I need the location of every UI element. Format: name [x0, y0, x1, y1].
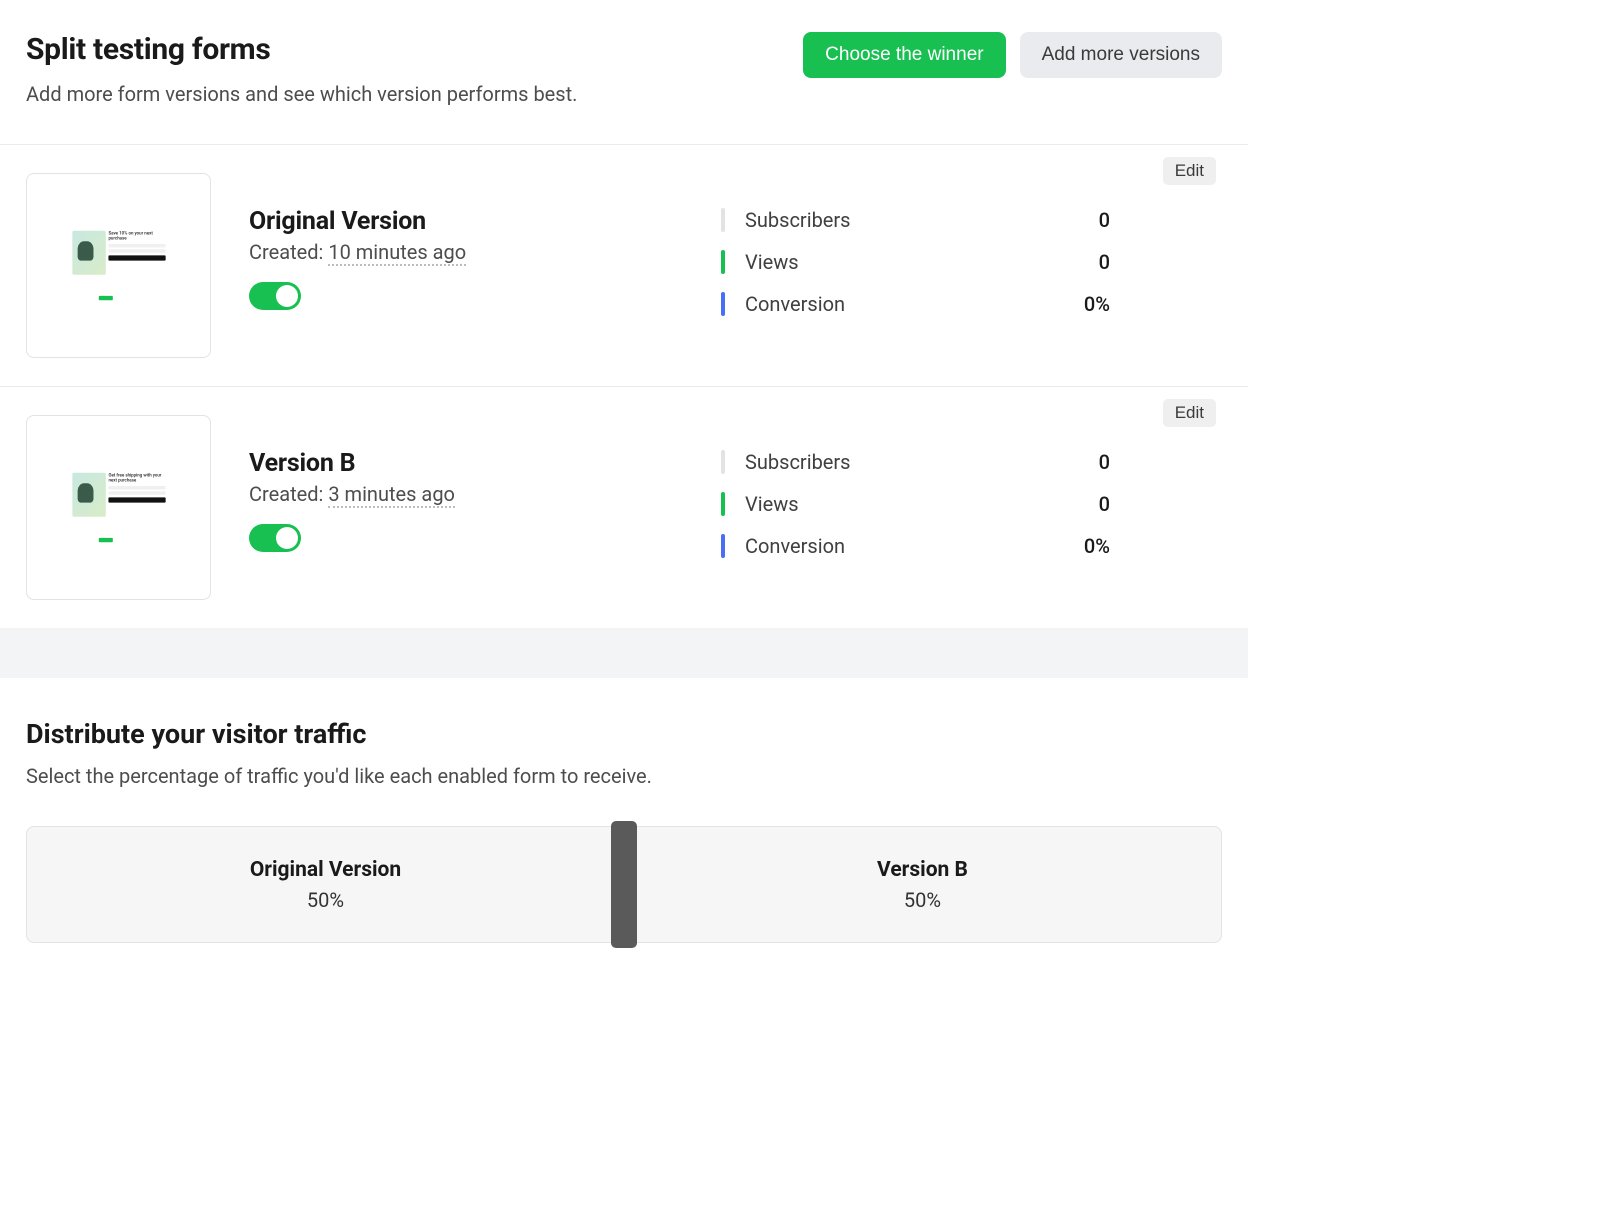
stat-value-conversion: 0%: [1084, 534, 1222, 558]
version-name: Version B: [249, 449, 691, 478]
page-title: Split testing forms: [26, 32, 803, 68]
stat-value-subscribers: 0: [1099, 450, 1222, 474]
traffic-segment: Original Version 50%: [27, 827, 624, 942]
thumbnail-image-icon: [72, 231, 105, 275]
traffic-handle[interactable]: [611, 821, 637, 948]
stat-value-views: 0: [1099, 492, 1222, 516]
stat-label-subscribers: Subscribers: [745, 450, 851, 474]
version-toggle[interactable]: [249, 282, 301, 310]
stat-label-views: Views: [745, 250, 799, 274]
distribute-title: Distribute your visitor traffic: [26, 718, 1222, 750]
thumbnail-badge-icon: [98, 538, 112, 542]
traffic-slider[interactable]: Original Version 50% Version B 50%: [26, 826, 1222, 943]
stat-bar-icon: [721, 250, 725, 274]
created-ago: 3 minutes ago: [328, 482, 455, 508]
stat-label-views: Views: [745, 492, 799, 516]
traffic-segment: Version B 50%: [624, 827, 1221, 942]
version-created: Created: 3 minutes ago: [249, 482, 691, 506]
version-name: Original Version: [249, 207, 691, 236]
stat-bar-icon: [721, 450, 725, 474]
segment-percent: 50%: [904, 888, 941, 912]
segment-name: Version B: [877, 858, 968, 882]
stat-value-subscribers: 0: [1099, 208, 1222, 232]
segment-name: Original Version: [250, 858, 401, 882]
stat-bar-icon: [721, 534, 725, 558]
add-more-versions-button[interactable]: Add more versions: [1020, 32, 1222, 78]
thumbnail-headline: Save 10% on your next purchase: [108, 231, 165, 242]
form-thumbnail[interactable]: Save 10% on your next purchase: [26, 173, 211, 358]
edit-button[interactable]: Edit: [1163, 399, 1216, 427]
choose-winner-button[interactable]: Choose the winner: [803, 32, 1005, 78]
page-subtitle: Add more form versions and see which ver…: [26, 82, 803, 106]
stat-bar-icon: [721, 492, 725, 516]
distribute-subtitle: Select the percentage of traffic you'd l…: [26, 764, 1222, 788]
stat-value-views: 0: [1099, 250, 1222, 274]
created-ago: 10 minutes ago: [328, 240, 466, 266]
version-row: Edit Save 10% on your next purchase: [0, 145, 1248, 387]
form-thumbnail[interactable]: Get free shipping with your next purchas…: [26, 415, 211, 600]
stat-label-subscribers: Subscribers: [745, 208, 851, 232]
version-created: Created: 10 minutes ago: [249, 240, 691, 264]
thumbnail-badge-icon: [98, 296, 112, 300]
version-stats: Subscribers 0 Views 0 Conversion 0%: [691, 173, 1222, 325]
stat-label-conversion: Conversion: [745, 534, 845, 558]
segment-percent: 50%: [307, 888, 344, 912]
version-row: Edit Get free shipping with your next pu…: [0, 387, 1248, 628]
stat-label-conversion: Conversion: [745, 292, 845, 316]
edit-button[interactable]: Edit: [1163, 157, 1216, 185]
thumbnail-headline: Get free shipping with your next purchas…: [108, 473, 165, 484]
version-stats: Subscribers 0 Views 0 Conversion 0%: [691, 415, 1222, 567]
stat-bar-icon: [721, 208, 725, 232]
version-toggle[interactable]: [249, 524, 301, 552]
thumbnail-image-icon: [72, 473, 105, 517]
stat-value-conversion: 0%: [1084, 292, 1222, 316]
stat-bar-icon: [721, 292, 725, 316]
